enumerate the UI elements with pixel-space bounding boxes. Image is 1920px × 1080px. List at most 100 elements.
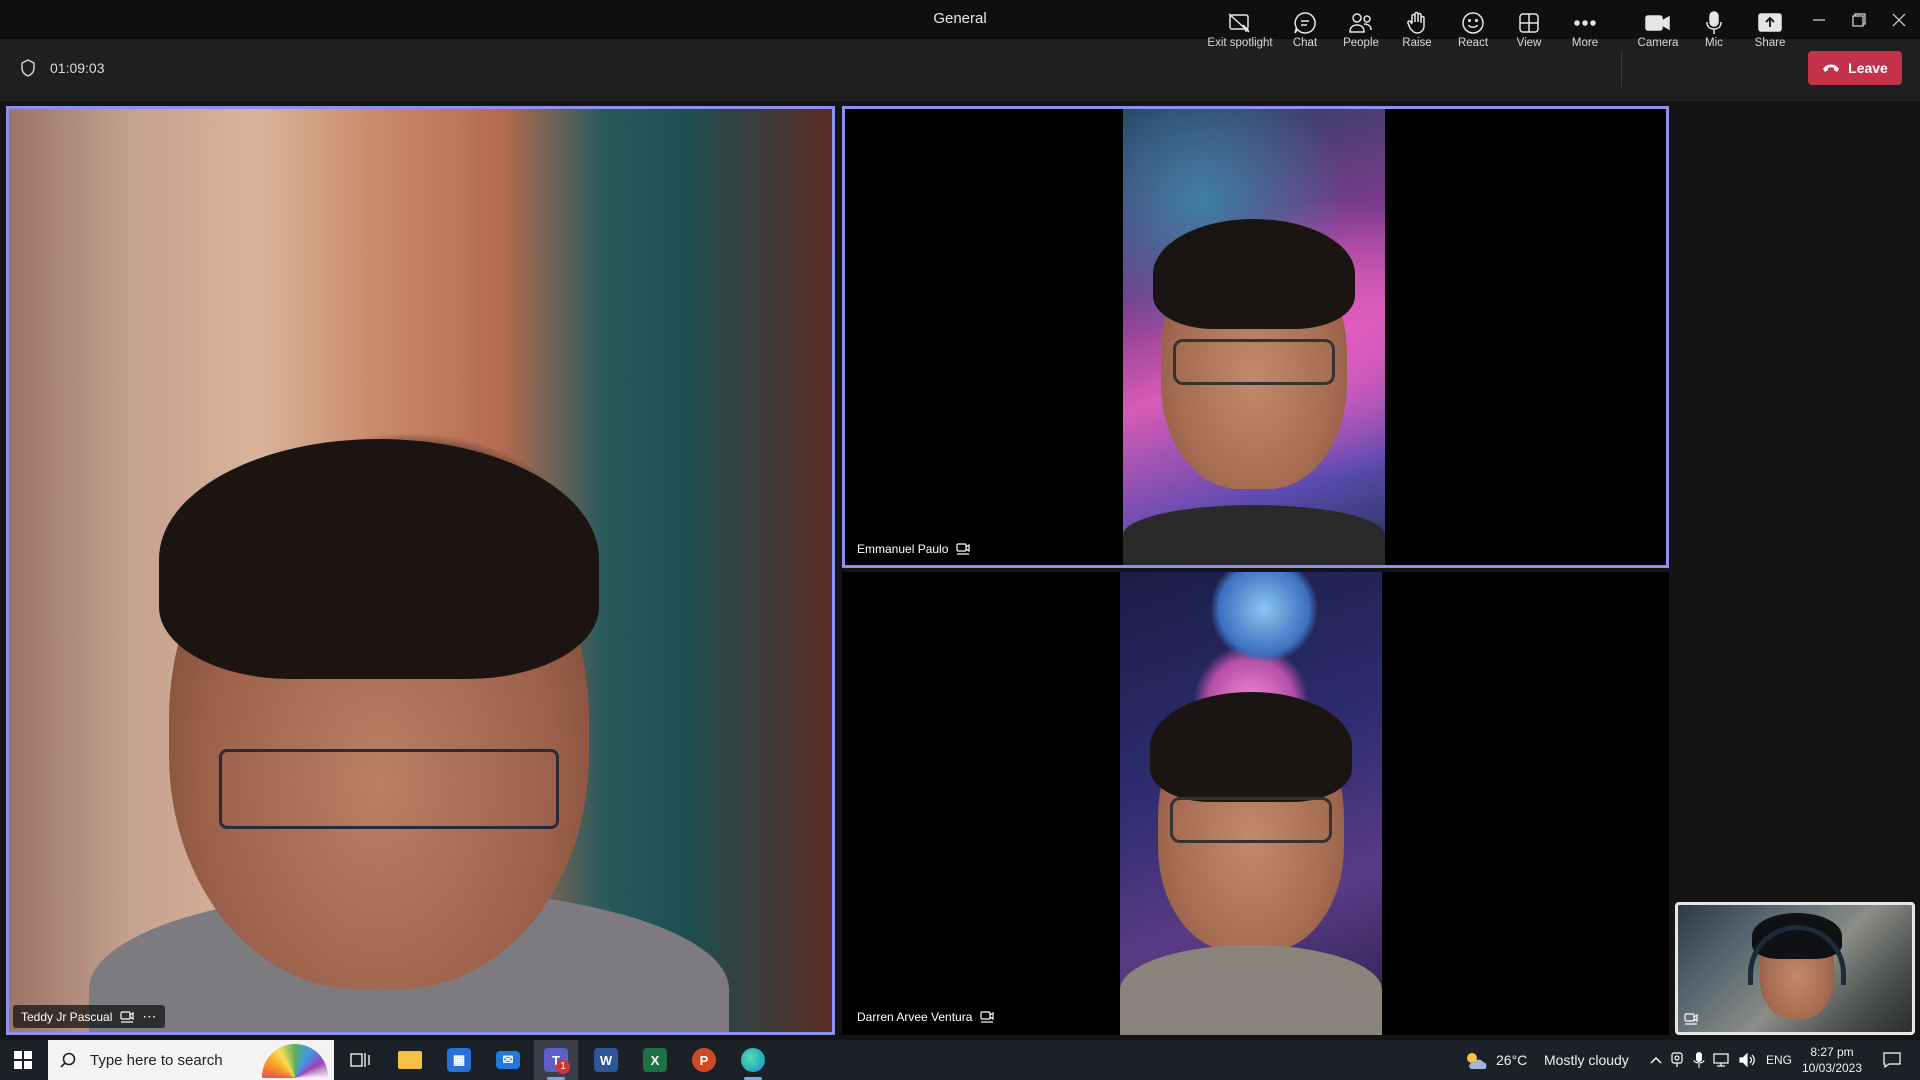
tray-chevron-button[interactable] bbox=[1646, 1040, 1666, 1080]
restore-icon bbox=[1852, 12, 1866, 27]
network-icon bbox=[1713, 1053, 1729, 1067]
participant-more-icon[interactable]: ⋯ bbox=[142, 1008, 157, 1025]
language-indicator[interactable]: ENG bbox=[1766, 1040, 1792, 1080]
chevron-up-icon bbox=[1650, 1057, 1662, 1064]
task-view-icon bbox=[350, 1053, 370, 1067]
close-icon bbox=[1892, 13, 1906, 26]
edge-icon bbox=[741, 1048, 765, 1072]
clock-date: 10/03/2023 bbox=[1801, 1061, 1863, 1075]
participant-name-tag: Darren Arvee Ventura bbox=[849, 1007, 1002, 1027]
meeting-timer: 01:09:03 bbox=[20, 59, 105, 77]
toolbar-divider bbox=[1621, 51, 1622, 87]
participant-name: Darren Arvee Ventura bbox=[857, 1010, 973, 1024]
shield-icon bbox=[21, 59, 35, 77]
file-explorer-button[interactable] bbox=[390, 1040, 430, 1080]
tray-volume-button[interactable] bbox=[1737, 1040, 1759, 1080]
start-button[interactable] bbox=[0, 1040, 46, 1080]
spotlight-icon bbox=[956, 543, 970, 555]
file-explorer-icon bbox=[398, 1051, 422, 1069]
people-button[interactable]: People bbox=[1331, 10, 1391, 56]
participant-video bbox=[1120, 572, 1382, 1035]
clock[interactable]: 8:27 pm 10/03/2023 bbox=[1800, 1044, 1864, 1076]
powerpoint-icon: P bbox=[692, 1048, 716, 1072]
video-tile-darren[interactable]: Darren Arvee Ventura bbox=[842, 572, 1669, 1035]
camera-in-use-icon bbox=[1671, 1052, 1683, 1067]
weather-icon[interactable] bbox=[1462, 1040, 1490, 1080]
excel-button[interactable]: X bbox=[635, 1040, 675, 1080]
volume-icon bbox=[1739, 1053, 1755, 1067]
search-icon bbox=[60, 1052, 76, 1068]
raise-label: Raise bbox=[1402, 37, 1432, 49]
store-button[interactable]: ▦ bbox=[439, 1040, 479, 1080]
notifications-button[interactable] bbox=[1872, 1040, 1912, 1080]
hang-up-icon bbox=[1823, 64, 1840, 72]
search-highlight-image bbox=[262, 1044, 328, 1078]
chat-button[interactable]: Chat bbox=[1275, 10, 1335, 56]
video-tile-emmanuel[interactable]: Emmanuel Paulo bbox=[842, 106, 1669, 568]
camera-icon bbox=[1645, 15, 1670, 31]
raise-hand-icon bbox=[1407, 11, 1425, 34]
timer-text: 01:09:03 bbox=[50, 60, 105, 76]
people-label: People bbox=[1343, 37, 1379, 49]
exit-spotlight-icon bbox=[1228, 13, 1250, 33]
tray-network-button[interactable] bbox=[1711, 1040, 1733, 1080]
search-placeholder: Type here to search bbox=[90, 1051, 223, 1069]
tray-mic-button[interactable] bbox=[1689, 1040, 1709, 1080]
self-view-tile[interactable] bbox=[1675, 902, 1915, 1035]
participant-name: Teddy Jr Pascual bbox=[21, 1009, 113, 1024]
excel-icon: X bbox=[643, 1048, 667, 1072]
view-label: View bbox=[1516, 37, 1542, 49]
teams-button[interactable]: T 1 bbox=[534, 1040, 578, 1080]
more-button[interactable]: More bbox=[1555, 10, 1615, 56]
edge-button[interactable] bbox=[733, 1040, 773, 1080]
spotlight-icon bbox=[980, 1011, 995, 1023]
clock-time: 8:27 pm bbox=[1810, 1045, 1854, 1059]
leave-label: Leave bbox=[1848, 60, 1888, 76]
taskbar: Type here to search ▦ ✉ T 1 W X P 26°C M… bbox=[0, 1040, 1920, 1080]
mic-in-use-icon bbox=[1693, 1052, 1705, 1068]
spotlight-icon bbox=[120, 1010, 134, 1023]
leave-button[interactable]: Leave bbox=[1808, 51, 1902, 85]
exit-spotlight-label: Exit spotlight bbox=[1207, 37, 1273, 49]
restore-button[interactable] bbox=[1839, 0, 1879, 39]
mail-icon: ✉ bbox=[496, 1051, 520, 1069]
mic-label: Mic bbox=[1705, 37, 1723, 49]
exit-spotlight-button[interactable]: Exit spotlight bbox=[1207, 10, 1273, 56]
minimize-button[interactable] bbox=[1799, 0, 1839, 39]
react-icon bbox=[1462, 12, 1484, 34]
taskbar-search[interactable]: Type here to search bbox=[48, 1040, 334, 1080]
raise-hand-button[interactable]: Raise bbox=[1387, 10, 1447, 56]
participant-name-tag: Teddy Jr Pascual ⋯ bbox=[13, 1005, 166, 1028]
weather-text[interactable]: Mostly cloudy bbox=[1544, 1040, 1629, 1080]
close-button[interactable] bbox=[1879, 0, 1919, 39]
participant-name: Emmanuel Paulo bbox=[857, 542, 949, 556]
tray-camera-button[interactable] bbox=[1667, 1040, 1687, 1080]
word-button[interactable]: W bbox=[586, 1040, 626, 1080]
mic-button[interactable]: Mic bbox=[1684, 10, 1744, 56]
store-icon: ▦ bbox=[447, 1048, 471, 1072]
share-label: Share bbox=[1754, 37, 1786, 49]
mail-button[interactable]: ✉ bbox=[488, 1040, 528, 1080]
more-label: More bbox=[1571, 37, 1599, 49]
react-label: React bbox=[1457, 37, 1489, 49]
react-button[interactable]: React bbox=[1443, 10, 1503, 56]
task-view-button[interactable] bbox=[340, 1040, 380, 1080]
view-button[interactable]: View bbox=[1499, 10, 1559, 56]
more-icon bbox=[1574, 20, 1596, 26]
minimize-icon bbox=[1813, 18, 1825, 21]
spotlight-icon bbox=[1684, 1013, 1698, 1025]
participant-name-tag: Emmanuel Paulo bbox=[849, 539, 978, 559]
start-icon bbox=[14, 1051, 32, 1069]
video-tile-teddy[interactable]: Teddy Jr Pascual ⋯ bbox=[6, 106, 835, 1035]
powerpoint-button[interactable]: P bbox=[684, 1040, 724, 1080]
share-icon bbox=[1758, 13, 1782, 32]
participant-video bbox=[1123, 109, 1385, 565]
view-icon bbox=[1519, 13, 1539, 33]
chat-label: Chat bbox=[1292, 37, 1318, 49]
teams-badge: 1 bbox=[556, 1060, 570, 1074]
weather-temp[interactable]: 26°C bbox=[1496, 1040, 1527, 1080]
mic-icon bbox=[1706, 11, 1722, 34]
chat-icon bbox=[1294, 12, 1316, 34]
share-button[interactable]: Share bbox=[1740, 10, 1800, 56]
camera-button[interactable]: Camera bbox=[1628, 10, 1688, 56]
